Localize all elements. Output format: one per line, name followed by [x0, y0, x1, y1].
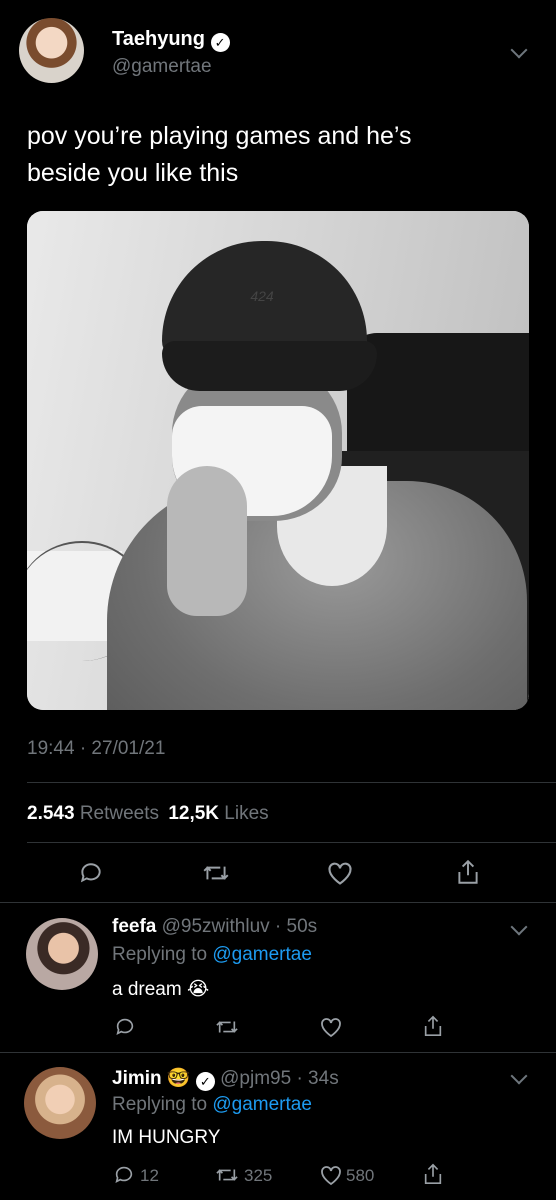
- avatar-jimin[interactable]: [24, 1067, 96, 1139]
- verified-badge-icon: ✓: [195, 1072, 215, 1091]
- heart-icon[interactable]: [318, 1014, 344, 1040]
- divider: [0, 1052, 556, 1053]
- avatar-feefa[interactable]: [26, 918, 98, 990]
- reply-1-text-row: a dream 😭: [112, 978, 209, 1001]
- share-icon[interactable]: [420, 1160, 446, 1188]
- share-icon[interactable]: [420, 1012, 446, 1040]
- reply-1-text: a dream: [112, 979, 182, 1000]
- reply-2-handle-time[interactable]: @pjm95 · 34s: [220, 1068, 339, 1089]
- tweet-photo[interactable]: 424: [27, 211, 529, 710]
- reply-2-replying: Replying to @gamertae: [112, 1094, 312, 1116]
- retweets-label: Retweets: [79, 803, 160, 824]
- replying-prefix: Replying to: [112, 944, 208, 965]
- replying-prefix: Replying to: [112, 1094, 208, 1115]
- heart-icon[interactable]: [325, 858, 355, 888]
- replying-to-link[interactable]: @gamertae: [212, 1094, 312, 1115]
- chevron-down-icon[interactable]: [510, 41, 528, 59]
- tweet-text-line-2: beside you like this: [27, 159, 239, 187]
- tweet-stats: 2.543 Retweets 12,5K Likes: [27, 803, 269, 825]
- verified-badge-icon: ✓: [210, 33, 230, 52]
- chevron-down-icon[interactable]: [510, 1067, 528, 1085]
- reply-1-display-name[interactable]: feefa: [112, 916, 156, 937]
- reply-1-header: feefa @95zwithluv · 50s: [112, 916, 317, 938]
- reply-1-handle-time[interactable]: @95zwithluv · 50s: [162, 916, 318, 937]
- crying-emoji: 😭: [186, 979, 210, 1000]
- divider: [27, 842, 556, 843]
- reply-2-display-name[interactable]: Jimin: [112, 1068, 162, 1089]
- reply-2-like-count: 580: [346, 1166, 375, 1185]
- tweet-timestamp[interactable]: 19:44 · 27/01/21: [27, 738, 165, 760]
- reply-2-retweet-count: 325: [244, 1166, 273, 1185]
- chevron-down-icon[interactable]: [510, 918, 528, 936]
- photo-hand: [167, 466, 247, 616]
- likes-label: Likes: [224, 803, 269, 824]
- replying-to-link[interactable]: @gamertae: [212, 944, 312, 965]
- divider: [27, 782, 556, 783]
- heart-icon[interactable]: [318, 1162, 344, 1188]
- tweet-text-line-1: pov you’re playing games and he’s: [27, 122, 412, 150]
- likes-stat[interactable]: 12,5K Likes: [168, 803, 268, 824]
- nerd-face-emoji: 🤓: [166, 1068, 191, 1089]
- retweet-icon[interactable]: [213, 1014, 241, 1040]
- avatar-taehyung[interactable]: [19, 18, 84, 83]
- reply-2-reply-count: 12: [140, 1166, 159, 1185]
- retweet-icon[interactable]: [199, 858, 233, 888]
- reply-2-header: Jimin 🤓 ✓ @pjm95 · 34s: [112, 1066, 339, 1091]
- retweet-icon[interactable]: [213, 1162, 241, 1188]
- divider: [0, 902, 556, 903]
- reply-2-text: IM HUNGRY: [112, 1127, 221, 1148]
- author-row: Taehyung ✓: [112, 28, 230, 52]
- photo-cap-logo: 424: [250, 288, 274, 304]
- share-icon[interactable]: [453, 856, 483, 888]
- reply-icon[interactable]: [112, 1162, 136, 1188]
- reply-icon[interactable]: [112, 1014, 138, 1040]
- author-handle[interactable]: @gamertae: [112, 56, 212, 78]
- likes-count: 12,5K: [168, 803, 220, 824]
- author-display-name[interactable]: Taehyung: [112, 28, 205, 50]
- tweet-text: pov you’re playing games and he’s beside…: [27, 118, 412, 192]
- reply-1-replying: Replying to @gamertae: [112, 944, 312, 966]
- reply-icon[interactable]: [76, 858, 106, 888]
- retweets-count: 2.543: [27, 803, 75, 824]
- photo-cap-brim: [162, 341, 377, 391]
- retweets-stat[interactable]: 2.543 Retweets: [27, 803, 164, 824]
